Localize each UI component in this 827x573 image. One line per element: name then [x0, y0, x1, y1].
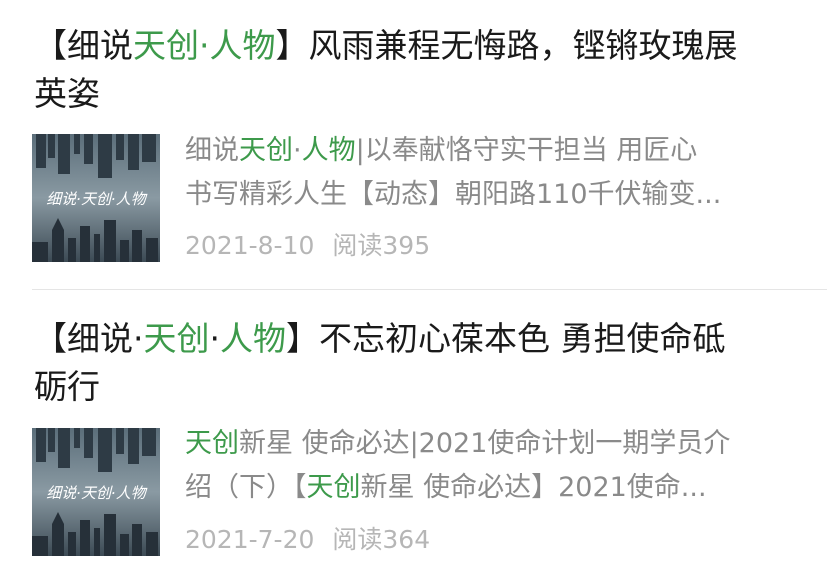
summary-text: 绍（下）【: [185, 472, 307, 503]
article-thumbnail[interactable]: 细说·天创·人物: [32, 428, 160, 556]
title-text: 砺行: [34, 367, 100, 406]
title-text: 【细说·: [34, 319, 144, 358]
article-summary: 天创新星 使命必达|2021使命计划一期学员介 绍（下）【天创新星 使命必达】20…: [185, 422, 785, 510]
summary-text: ·: [293, 135, 302, 166]
summary-text: 新星 使命必达|2021使命计划一期学员介: [239, 428, 731, 459]
summary-text: 细说: [185, 135, 239, 166]
title-text: 】风雨兼程无悔路，铿锵玫瑰展: [275, 26, 738, 65]
article-summary: 细说天创·人物|以奉献恪守实干担当 用匠心书写精彩人生【动态】朝阳路110千伏输…: [185, 129, 785, 217]
summary-keyword: 人物: [301, 135, 356, 166]
article-meta: 2021-8-10 阅读395: [185, 226, 430, 262]
read-count: 阅读364: [332, 525, 431, 554]
title-keyword: 人物: [220, 319, 286, 358]
city-skyline-thumbnail-icon: 细说·天创·人物: [32, 428, 160, 556]
title-keyword: 天创: [133, 26, 199, 65]
summary-keyword: 天创: [185, 428, 239, 459]
publish-date: 2021-8-10: [185, 231, 315, 260]
summary-keyword: 天创: [306, 472, 361, 503]
thumbnail-caption: 细说·天创·人物: [46, 484, 148, 502]
article-meta: 2021-7-20 阅读364: [185, 520, 430, 556]
summary-text: 书写精彩人生【动态】朝阳路110千伏输变...: [185, 179, 722, 210]
summary-text: |以奉献恪守实干担当 用匠心: [355, 135, 698, 166]
read-count: 阅读395: [332, 231, 431, 260]
publish-date: 2021-7-20: [185, 525, 315, 554]
article-title[interactable]: 【细说天创·人物】风雨兼程无悔路，铿锵玫瑰展英姿: [34, 22, 794, 118]
summary-keyword: 天创: [239, 135, 293, 166]
article-feed: 【细说天创·人物】风雨兼程无悔路，铿锵玫瑰展 英姿 细说·天创·人物 细说天创·…: [0, 0, 827, 573]
title-text: 】不忘初心葆本色 勇担使命砥: [286, 319, 726, 358]
article-title[interactable]: 【细说·天创·人物】不忘初心葆本色 勇担使命砥砺行: [34, 315, 794, 411]
thumbnail-caption: 细说·天创·人物: [46, 190, 148, 208]
summary-text: 新星 使命必达】2021使命...: [360, 472, 707, 503]
title-keyword: 天创: [143, 319, 210, 358]
title-text: 【细说: [34, 26, 133, 65]
title-keyword: 人物: [209, 26, 276, 65]
divider: [32, 289, 827, 290]
article-thumbnail[interactable]: 细说·天创·人物: [32, 134, 160, 262]
title-text: ·: [209, 319, 221, 358]
city-skyline-thumbnail-icon: 细说·天创·人物: [32, 134, 160, 262]
title-text: 英姿: [34, 74, 100, 113]
title-keyword: ·: [199, 26, 210, 65]
